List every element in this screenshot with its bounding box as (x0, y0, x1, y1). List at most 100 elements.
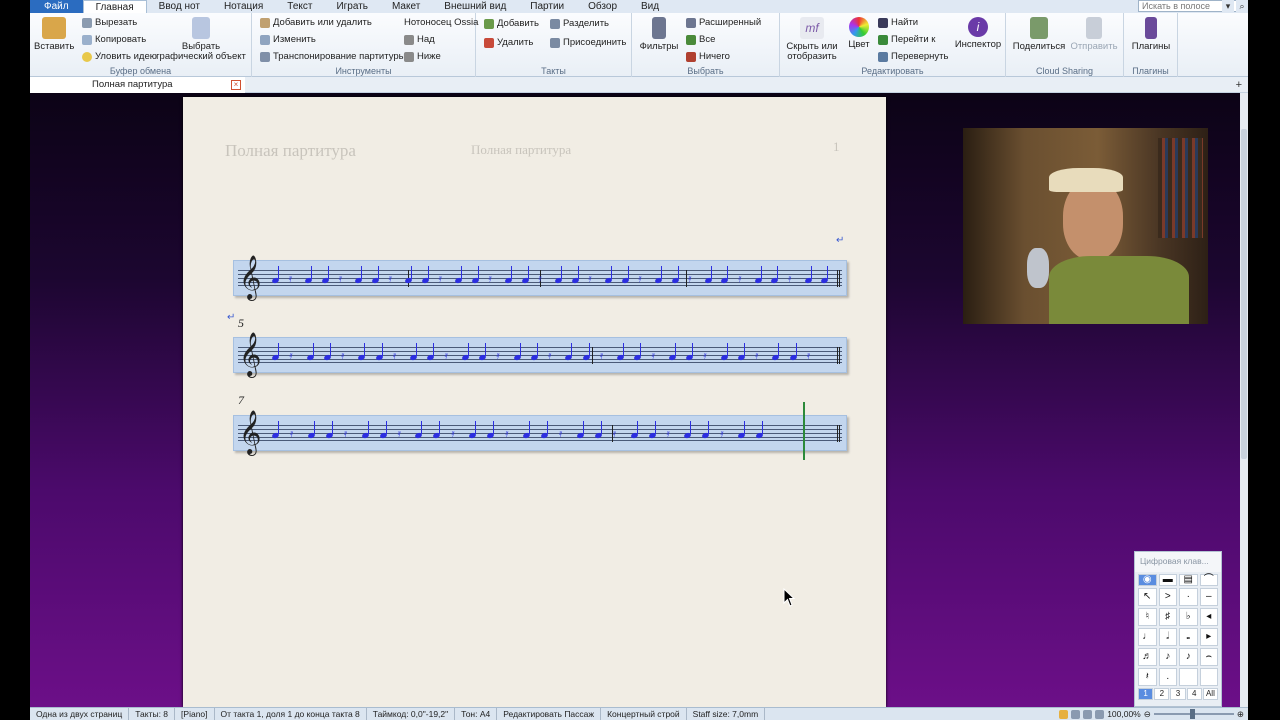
accent-icon[interactable]: > (1158, 588, 1177, 606)
half-note-icon[interactable]: 𝅗𝅥 (1158, 628, 1177, 646)
menu-parts[interactable]: Партии (518, 0, 576, 13)
cut-button[interactable]: Вырезать (82, 17, 137, 28)
rest[interactable]: 𝄿 (613, 428, 616, 439)
capture-idea-button[interactable]: Уловить идею (82, 51, 157, 62)
zoom-out-icon[interactable]: ⊖ (1144, 709, 1151, 720)
inspector-button[interactable]: i Инспектор (954, 17, 1002, 50)
flat-icon[interactable]: ♭ (1179, 608, 1198, 626)
rest[interactable]: 𝄿 (720, 428, 723, 439)
pointer-icon[interactable]: ↖ (1138, 588, 1157, 606)
sharp-icon[interactable]: ♯ (1158, 608, 1177, 626)
select-none-button[interactable]: Ничего (686, 51, 730, 62)
plugins-button[interactable]: Плагины (1126, 17, 1176, 52)
keypad-layer-1[interactable]: 1 (1138, 688, 1154, 700)
menu-view[interactable]: Вид (629, 0, 671, 13)
rest[interactable]: 𝄿 (488, 273, 491, 284)
rest[interactable]: 𝄿 (344, 428, 347, 439)
ossia-above-button[interactable]: Над (404, 34, 435, 45)
tenuto-icon[interactable]: – (1199, 588, 1218, 606)
status-concert-pitch[interactable]: Концертный строй (601, 708, 687, 720)
scrollbar-thumb[interactable] (1241, 129, 1247, 459)
status-pages[interactable]: Одна из двух страниц (30, 708, 130, 720)
select-graphic-button[interactable]: Выбрать графический объект (156, 17, 246, 62)
zoom-slider[interactable] (1153, 709, 1234, 719)
keypad-mode-3-icon[interactable]: ▤ (1179, 574, 1198, 586)
share-button[interactable]: Поделиться (1010, 17, 1068, 52)
menu-file[interactable]: Файл (30, 0, 83, 13)
rest[interactable]: 𝄿 (451, 428, 454, 439)
change-instrument-button[interactable]: Изменить (260, 34, 316, 45)
blank-key[interactable] (1179, 668, 1198, 686)
rest[interactable]: 𝄿 (341, 350, 344, 361)
rest[interactable]: 𝄿 (638, 273, 641, 284)
view-spread-icon[interactable] (1083, 709, 1093, 719)
zoom-level[interactable]: 100,00% (1107, 709, 1141, 719)
split-bar-button[interactable]: Разделить (550, 18, 609, 29)
rest[interactable]: 𝄿 (559, 428, 562, 439)
delete-bar-button[interactable]: Удалить (484, 37, 533, 48)
view-multi-icon[interactable] (1071, 709, 1081, 719)
find-button[interactable]: Найти (878, 17, 918, 28)
whole-note-icon[interactable]: 𝅝 (1179, 628, 1198, 646)
keypad-layer-4[interactable]: 4 (1186, 688, 1202, 700)
filters-button[interactable]: Фильтры (636, 17, 682, 52)
vertical-scrollbar[interactable] (1240, 93, 1248, 707)
menu-note-input[interactable]: Ввод нот (147, 0, 212, 13)
sixteenth-note-icon[interactable]: ♬ (1138, 648, 1157, 666)
hide-show-button[interactable]: mf Скрыть или отобразить (784, 17, 840, 62)
rewind-icon[interactable]: ◂ (1199, 608, 1218, 626)
rest[interactable]: 𝄿 (290, 428, 293, 439)
transpose-score-button[interactable]: Транспонирование партитуры (260, 51, 405, 62)
rest[interactable]: 𝄿 (393, 350, 396, 361)
flip-button[interactable]: Перевернуть (878, 51, 948, 62)
tie-icon[interactable]: ⌢ (1199, 648, 1218, 666)
menu-text[interactable]: Текст (275, 0, 324, 13)
staff-system-3[interactable]: 𝄞 𝄿 𝄿 𝄿 𝄿 𝄿 𝄿 𝄿 𝄿 𝄿 (233, 412, 847, 452)
rest[interactable]: 𝄿 (807, 350, 810, 361)
rest[interactable]: 𝄿 (788, 273, 791, 284)
rest[interactable]: 𝄿 (538, 273, 541, 284)
play-icon[interactable]: ▸ (1199, 628, 1218, 646)
keypad-layer-2[interactable]: 2 (1154, 688, 1170, 700)
close-icon[interactable]: × (231, 80, 241, 90)
rest[interactable]: 𝄿 (703, 350, 706, 361)
menu-home[interactable]: Главная (82, 0, 147, 14)
keypad-mode-common-icon[interactable]: ◉ (1138, 574, 1157, 586)
add-remove-instruments-button[interactable]: Добавить или удалить (260, 17, 372, 28)
natural-icon[interactable]: ♮ (1138, 608, 1157, 626)
rest[interactable]: 𝄿 (289, 273, 292, 284)
staff-system-2[interactable]: 𝄞 𝄿 𝄿 𝄿 𝄿 𝄿 𝄿 𝄿 𝄿 𝄿 𝄿 𝄿 (233, 334, 847, 374)
rest[interactable]: 𝄿 (652, 350, 655, 361)
search-icon[interactable]: ⌕ (1236, 0, 1248, 12)
join-bars-button[interactable]: Присоединить (550, 37, 626, 48)
rest[interactable]: 𝄿 (666, 428, 669, 439)
zoom-slider-thumb[interactable] (1189, 709, 1195, 719)
menu-play[interactable]: Играть (324, 0, 380, 13)
new-tab-icon[interactable]: + (1236, 78, 1242, 92)
rest-icon[interactable]: 𝄽 (1138, 668, 1157, 686)
tab-full-score[interactable]: Полная партитура × (30, 77, 245, 93)
eighth-note-icon[interactable]: ♪ (1158, 648, 1177, 666)
keypad-layer-all[interactable]: All (1202, 688, 1219, 700)
rest[interactable]: 𝄿 (289, 350, 292, 361)
staff-system-1[interactable]: 𝄞 𝄿 𝄿 𝄿 𝄿 𝄿 𝄿 𝄿 𝄿 𝄿 𝄿 𝄿 (233, 257, 847, 297)
search-dropdown-icon[interactable]: ▾ (1222, 0, 1234, 12)
rest[interactable]: 𝄿 (755, 350, 758, 361)
keypad-mode-2-icon[interactable]: ▬ (1158, 574, 1177, 586)
rest[interactable]: 𝄿 (445, 350, 448, 361)
staccato-icon[interactable]: · (1179, 588, 1198, 606)
view-page-icon[interactable] (1059, 709, 1069, 719)
color-button[interactable]: Цвет (844, 17, 874, 50)
rest[interactable]: 𝄿 (600, 350, 603, 361)
keypad-layer-3[interactable]: 3 (1170, 688, 1186, 700)
rest[interactable]: 𝄿 (339, 273, 342, 284)
view-scroll-icon[interactable] (1095, 709, 1105, 719)
send-button[interactable]: Отправить (1068, 17, 1120, 52)
add-bar-button[interactable]: Добавить (484, 18, 539, 29)
dot-icon[interactable]: . (1158, 668, 1177, 686)
rest[interactable]: 𝄿 (505, 428, 508, 439)
rest[interactable]: 𝄿 (496, 350, 499, 361)
eighth-note-alt-icon[interactable]: ♪ (1179, 648, 1198, 666)
quarter-note-icon[interactable]: ♩ (1138, 628, 1157, 646)
keypad-mode-4-icon[interactable]: ⌒ (1199, 574, 1218, 586)
